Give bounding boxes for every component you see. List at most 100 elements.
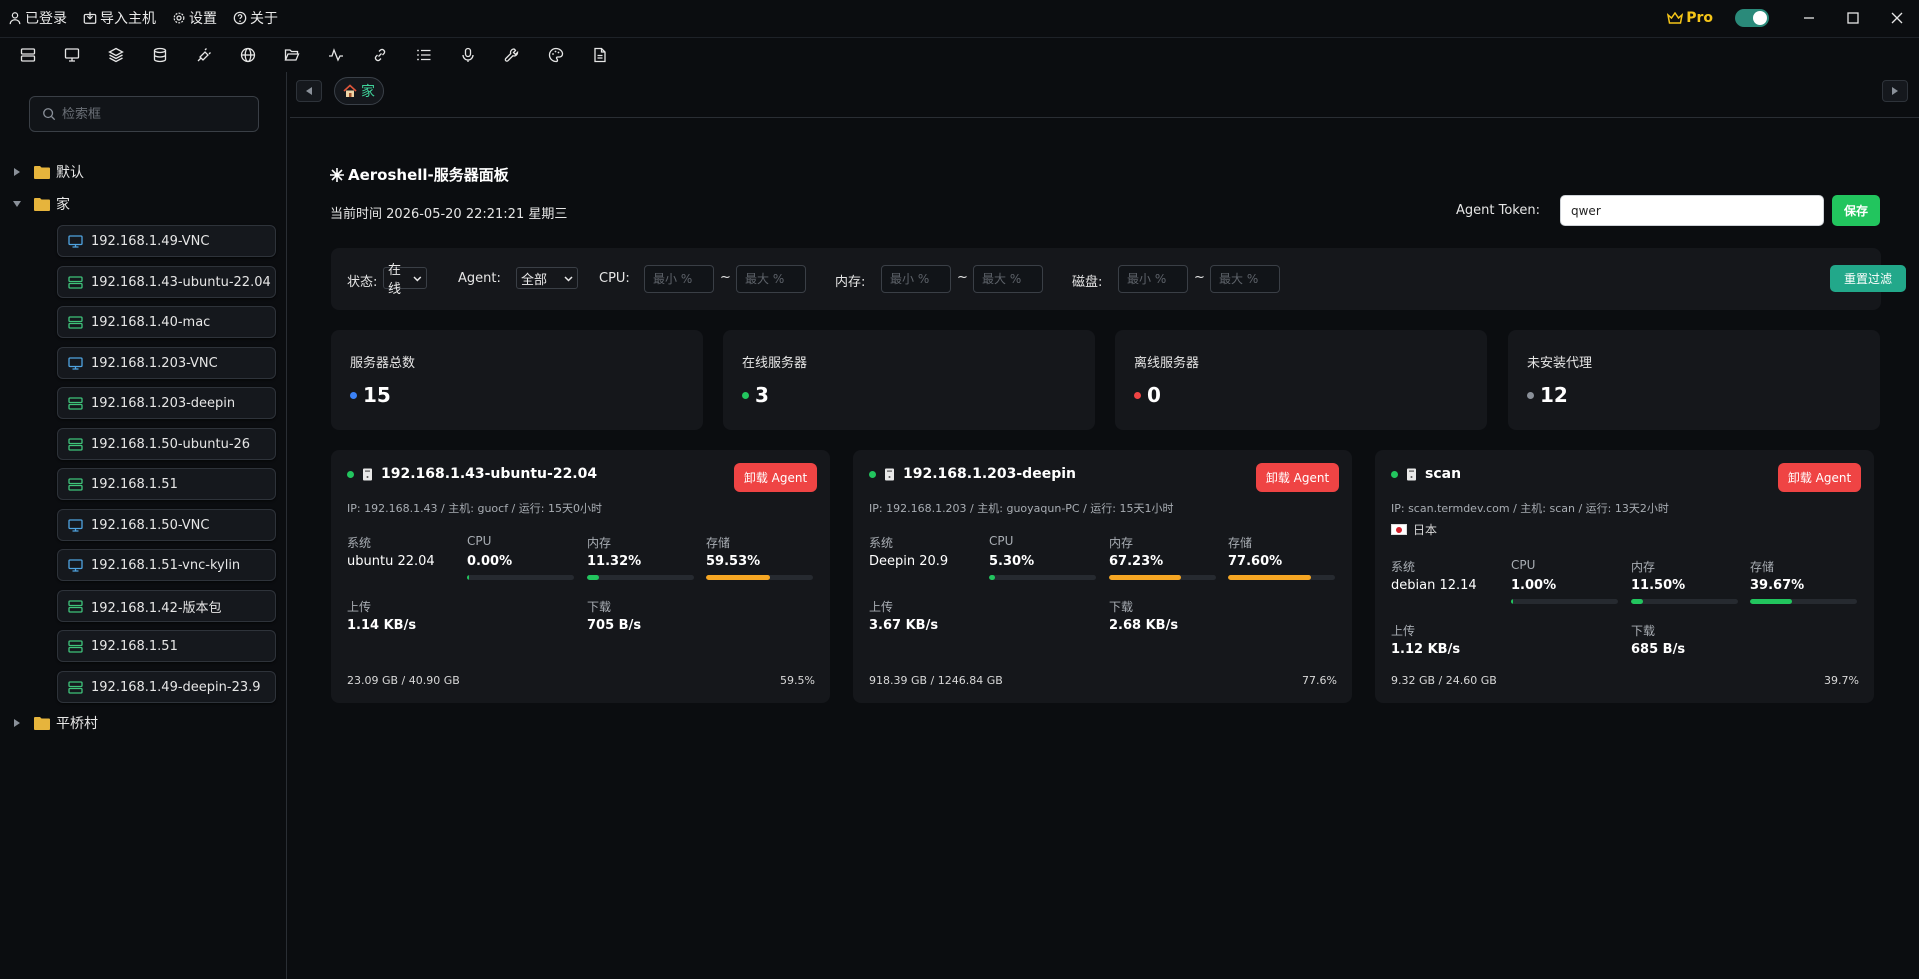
database-icon [153,47,167,63]
tab-prev-button[interactable] [296,80,322,102]
monitor-icon [64,48,80,62]
chevron-down-icon[interactable] [12,201,22,207]
memory-min-input[interactable] [881,265,951,293]
minimize-button[interactable] [1787,0,1831,36]
host-item[interactable]: 192.168.1.51-vnc-kylin [57,549,276,581]
document-icon [594,47,606,63]
plug-tool[interactable] [182,38,226,72]
monitor-tool[interactable] [50,38,94,72]
search-input[interactable] [62,106,242,122]
storage-label: 存储 [1228,536,1253,550]
host-item[interactable]: 192.168.1.50-VNC [57,509,276,541]
server-icon [68,477,83,491]
memory-max-input[interactable] [973,265,1043,293]
settings-label: 设置 [189,11,217,27]
uninstall-agent-button[interactable]: 卸载 Agent [1778,463,1861,492]
close-button[interactable] [1875,0,1919,36]
host-label: 192.168.1.50-VNC [91,517,210,533]
tab-next-button[interactable] [1882,80,1908,102]
palette-tool[interactable] [534,38,578,72]
host-item[interactable]: 192.168.1.51 [57,630,276,662]
folder-tool[interactable] [270,38,314,72]
document-tool[interactable] [578,38,622,72]
chevron-right-icon[interactable] [12,719,22,727]
server-card-header: 192.168.1.43-ubuntu-22.04 [347,466,597,482]
download-value: 2.68 KB/s [1109,618,1179,633]
stat-label: 在线服务器 [742,356,808,371]
time-value: 2026-05-20 22:21:21 星期三 [386,207,568,222]
server-card[interactable]: scan 卸载 Agent IP: scan.termdev.com / 主机:… [1375,450,1874,703]
host-label: 192.168.1.51-vnc-kylin [91,557,241,573]
globe-tool[interactable] [226,38,270,72]
status-dot [742,391,749,399]
settings-menu[interactable]: 设置 [164,0,225,36]
current-time: 当前时间 2026-05-20 22:21:21 星期三 [330,203,567,222]
theme-toggle[interactable] [1735,9,1769,27]
status-dot [350,391,357,399]
group-home[interactable]: 家 [0,192,70,216]
search-box[interactable] [29,96,259,132]
status-select[interactable]: 在线 [383,263,427,297]
cpu-max-input[interactable] [736,265,806,293]
pro-badge[interactable]: Pro [1667,10,1713,26]
microphone-tool[interactable] [446,38,490,72]
host-item[interactable]: 192.168.1.50-ubuntu-26 [57,428,276,460]
server-list-tool[interactable] [6,38,50,72]
list-tool[interactable] [402,38,446,72]
host-item[interactable]: 192.168.1.40-mac [57,306,276,338]
server-icon [68,315,83,329]
host-item[interactable]: 192.168.1.43-ubuntu-22.04 [57,266,276,298]
database-tool[interactable] [138,38,182,72]
layers-tool[interactable] [94,38,138,72]
group-default[interactable]: 默认 [0,160,84,184]
server-icon [68,639,83,653]
import-host-menu[interactable]: 导入主机 [75,0,164,36]
disk-filter-label: 磁盘: [1072,275,1103,290]
login-menu[interactable]: 已登录 [0,0,75,36]
uninstall-agent-button[interactable]: 卸载 Agent [734,463,817,492]
chevron-right-icon[interactable] [12,168,22,176]
status-filter-label: 状态: [347,275,378,290]
link-tool[interactable] [358,38,402,72]
plug-icon [197,48,211,62]
bar-fill [1750,599,1793,604]
agent-select[interactable]: 全部 [516,267,578,289]
microphone-icon [462,47,474,62]
upload-label: 上传 [869,600,894,614]
download-label: 下载 [587,600,612,614]
activity-tool[interactable] [314,38,358,72]
disk-max-input[interactable] [1210,265,1280,293]
cpu-value: 1.00% [1511,578,1557,593]
stat-value: 12 [1540,383,1568,407]
stat-total: 服务器总数 15 [331,330,703,430]
maximize-button[interactable] [1831,0,1875,36]
stat-label: 服务器总数 [350,356,416,371]
tab-bar: 家 [290,72,1919,118]
host-item[interactable]: 192.168.1.42-版本包 [57,590,276,622]
tab-home[interactable]: 家 [334,77,384,105]
save-button[interactable]: 保存 [1832,195,1880,226]
uninstall-agent-button[interactable]: 卸载 Agent [1256,463,1339,492]
cpu-label: CPU [1511,558,1536,572]
host-item[interactable]: 192.168.1.203-deepin [57,387,276,419]
server-card[interactable]: 192.168.1.43-ubuntu-22.04 卸载 Agent IP: 1… [331,450,830,703]
online-dot [869,470,876,478]
host-item[interactable]: 192.168.1.203-VNC [57,347,276,379]
host-label: 192.168.1.40-mac [91,314,211,330]
group-pingqiaocun[interactable]: 平桥村 [0,711,98,735]
host-item[interactable]: 192.168.1.51 [57,468,276,500]
toolbar [0,38,622,72]
agent-token-input[interactable] [1560,195,1824,226]
cpu-min-input[interactable] [644,265,714,293]
activity-icon [329,48,343,62]
about-menu[interactable]: 关于 [225,0,286,36]
server-icon [68,275,83,289]
host-item[interactable]: 192.168.1.49-deepin-23.9 [57,671,276,703]
disk-min-input[interactable] [1118,265,1188,293]
cpu-label: CPU [989,534,1014,548]
bar-fill [706,575,770,580]
host-item[interactable]: 192.168.1.49-VNC [57,225,276,257]
server-card[interactable]: 192.168.1.203-deepin 卸载 Agent IP: 192.16… [853,450,1352,703]
wrench-tool[interactable] [490,38,534,72]
reset-filter-button[interactable]: 重置过滤 [1830,265,1906,292]
